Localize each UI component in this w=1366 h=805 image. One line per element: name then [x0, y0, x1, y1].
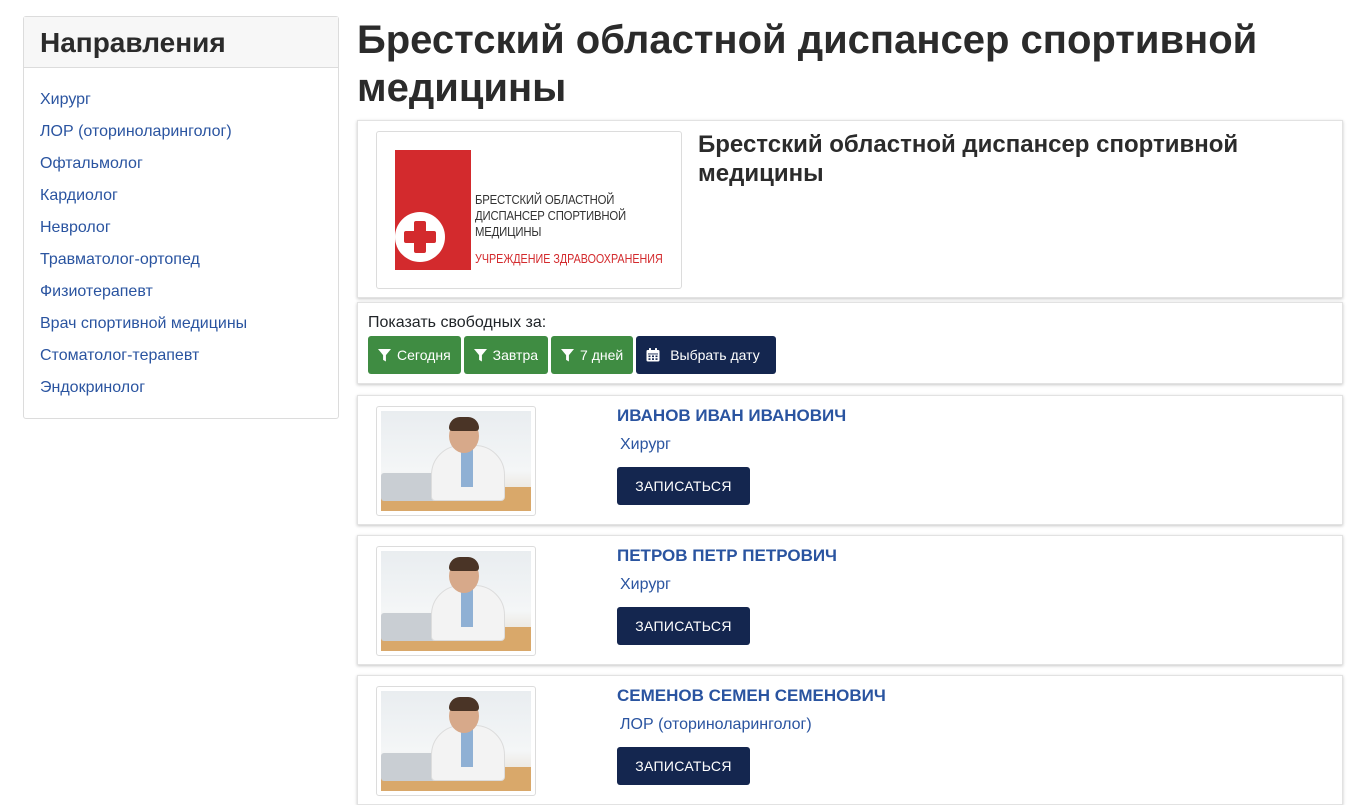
photo-hair [449, 697, 479, 711]
photo-shirt [461, 587, 473, 627]
directions-sidebar: Направления Хирург ЛОР (оториноларинголо… [23, 16, 339, 419]
filter-buttons: Сегодня Завтра 7 дней Выбрать дату [368, 336, 1332, 374]
organization-logo: БРЕСТСКИЙ ОБЛАСТНОЙ ДИСПАНСЕР СПОРТИВНОЙ… [376, 131, 682, 289]
sidebar-link-surgeon[interactable]: Хирург [40, 91, 91, 108]
doctor-photo [376, 406, 536, 516]
sidebar-link-orthopedist[interactable]: Травматолог-ортопед [40, 251, 200, 268]
doctor-card: СЕМЕНОВ СЕМЕН СЕМЕНОВИЧ ЛОР (оторинолари… [357, 675, 1343, 805]
doctor-name-link[interactable]: СЕМЕНОВ СЕМЕН СЕМЕНОВИЧ [617, 686, 886, 706]
filter-icon [561, 348, 575, 361]
doctor-photo [376, 546, 536, 656]
sidebar-item-ophthalmologist: Офтальмолог [40, 152, 322, 184]
book-appointment-button[interactable]: ЗАПИСАТЬСЯ [617, 747, 750, 785]
sidebar-link-cardiologist[interactable]: Кардиолог [40, 187, 118, 204]
sidebar-item-sports-doctor: Врач спортивной медицины [40, 312, 322, 344]
sidebar-link-neurologist[interactable]: Невролог [40, 219, 111, 236]
doctor-card: ПЕТРОВ ПЕТР ПЕТРОВИЧ Хирург ЗАПИСАТЬСЯ [357, 535, 1343, 665]
sidebar-link-ent[interactable]: ЛОР (оториноларинголог) [40, 123, 232, 140]
book-appointment-button[interactable]: ЗАПИСАТЬСЯ [617, 467, 750, 505]
sidebar-header: Направления [24, 17, 338, 68]
logo-cross-vertical [414, 221, 426, 253]
sidebar-item-orthopedist: Травматолог-ортопед [40, 248, 322, 280]
photo-hair [449, 557, 479, 571]
availability-filter-card: Показать свободных за: Сегодня Завтра 7 … [357, 302, 1343, 384]
logo-text: БРЕСТСКИЙ ОБЛАСТНОЙ ДИСПАНСЕР СПОРТИВНОЙ… [475, 192, 647, 240]
logo-text-line-1: БРЕСТСКИЙ ОБЛАСТНОЙ [475, 192, 615, 207]
photo-laptop [381, 613, 437, 641]
sidebar-title: Направления [40, 27, 226, 58]
logo-text-line-2: ДИСПАНСЕР СПОРТИВНОЙ [475, 208, 626, 223]
sidebar-link-sports-doctor[interactable]: Врач спортивной медицины [40, 315, 247, 332]
organization-card: БРЕСТСКИЙ ОБЛАСТНОЙ ДИСПАНСЕР СПОРТИВНОЙ… [357, 120, 1343, 298]
filter-7-days-label: 7 дней [580, 347, 624, 363]
filter-icon [378, 348, 391, 361]
doctor-name-link[interactable]: ПЕТРОВ ПЕТР ПЕТРОВИЧ [617, 546, 837, 566]
photo-shirt [461, 447, 473, 487]
logo-subtitle: УЧРЕЖДЕНИЕ ЗДРАВООХРАНЕНИЯ [475, 252, 663, 266]
doctor-name-link[interactable]: ИВАНОВ ИВАН ИВАНОВИЧ [617, 406, 846, 426]
filter-7-days-button[interactable]: 7 дней [551, 336, 634, 374]
filter-tomorrow-button[interactable]: Завтра [463, 336, 549, 374]
sidebar-item-ent: ЛОР (оториноларинголог) [40, 120, 322, 152]
doctor-specialty: Хирург [620, 436, 671, 453]
photo-laptop [381, 473, 437, 501]
sidebar-item-surgeon: Хирург [40, 88, 322, 120]
filter-tomorrow-label: Завтра [492, 347, 539, 363]
sidebar-link-endocrinologist[interactable]: Эндокринолог [40, 379, 145, 396]
sidebar-item-cardiologist: Кардиолог [40, 184, 322, 216]
doctor-specialty: ЛОР (оториноларинголог) [620, 716, 812, 733]
sidebar-link-physiotherapist[interactable]: Физиотерапевт [40, 283, 153, 300]
filter-icon [473, 348, 487, 361]
book-appointment-button[interactable]: ЗАПИСАТЬСЯ [617, 607, 750, 645]
sidebar-item-dentist: Стоматолог-терапевт [40, 344, 322, 376]
page-title: Брестский областной диспансер спортивной… [357, 18, 1258, 110]
choose-date-label: Выбрать дату [670, 347, 760, 363]
sidebar-link-ophthalmologist[interactable]: Офтальмолог [40, 155, 143, 172]
photo-hair [449, 417, 479, 431]
doctor-specialty: Хирург [620, 576, 671, 593]
filter-label: Показать свободных за: [368, 314, 547, 331]
doctor-photo [376, 686, 536, 796]
logo-text-line-3: МЕДИЦИНЫ [475, 224, 542, 239]
calendar-icon [646, 348, 660, 362]
sidebar-item-physiotherapist: Физиотерапевт [40, 280, 322, 312]
organization-name: Брестский областной диспансер спортивной… [698, 131, 1239, 187]
filter-today-label: Сегодня [397, 347, 451, 363]
choose-date-button[interactable]: Выбрать дату [636, 336, 776, 374]
photo-shirt [461, 727, 473, 767]
sidebar-item-neurologist: Невролог [40, 216, 322, 248]
sidebar-link-dentist[interactable]: Стоматолог-терапевт [40, 347, 199, 364]
doctor-card: ИВАНОВ ИВАН ИВАНОВИЧ Хирург ЗАПИСАТЬСЯ [357, 395, 1343, 525]
filter-today-button[interactable]: Сегодня [368, 336, 461, 374]
photo-laptop [381, 753, 437, 781]
sidebar-item-endocrinologist: Эндокринолог [40, 376, 322, 408]
directions-list: Хирург ЛОР (оториноларинголог) Офтальмол… [24, 68, 338, 408]
